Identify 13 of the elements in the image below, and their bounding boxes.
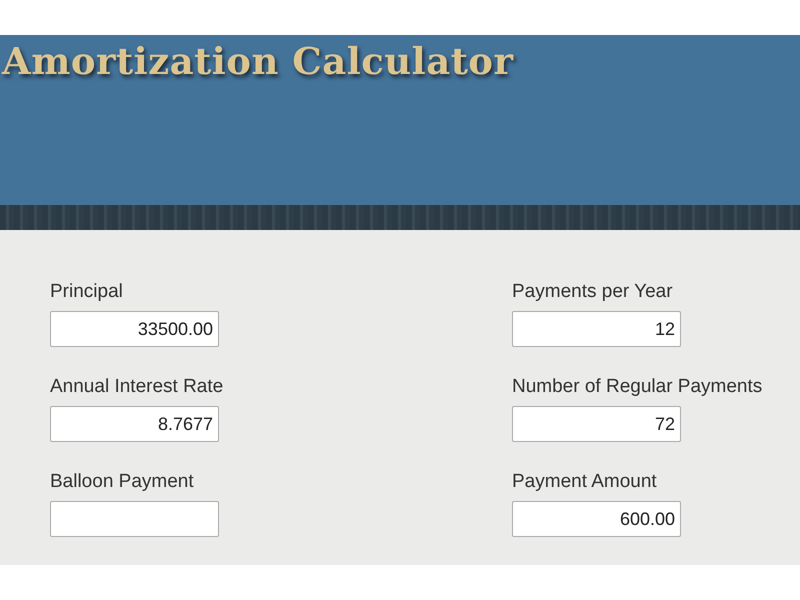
input-field[interactable] [50, 501, 219, 537]
field-label: Balloon Payment [50, 470, 195, 494]
field-label: Principal [50, 280, 124, 304]
field-label: Payments per Year [512, 280, 674, 304]
field-label: Number of Regular Payments [512, 375, 764, 399]
field-label: Annual Interest Rate [50, 375, 224, 399]
input-field[interactable]: 33500.00 [50, 311, 219, 347]
input-field[interactable]: 600.00 [512, 501, 681, 537]
field-label: Payment Amount [512, 470, 658, 494]
input-field[interactable]: 8.7677 [50, 406, 219, 442]
input-field[interactable]: 72 [512, 406, 681, 442]
input-field[interactable]: 12 [512, 311, 681, 347]
page-title: Amortization Calculator [0, 38, 514, 85]
